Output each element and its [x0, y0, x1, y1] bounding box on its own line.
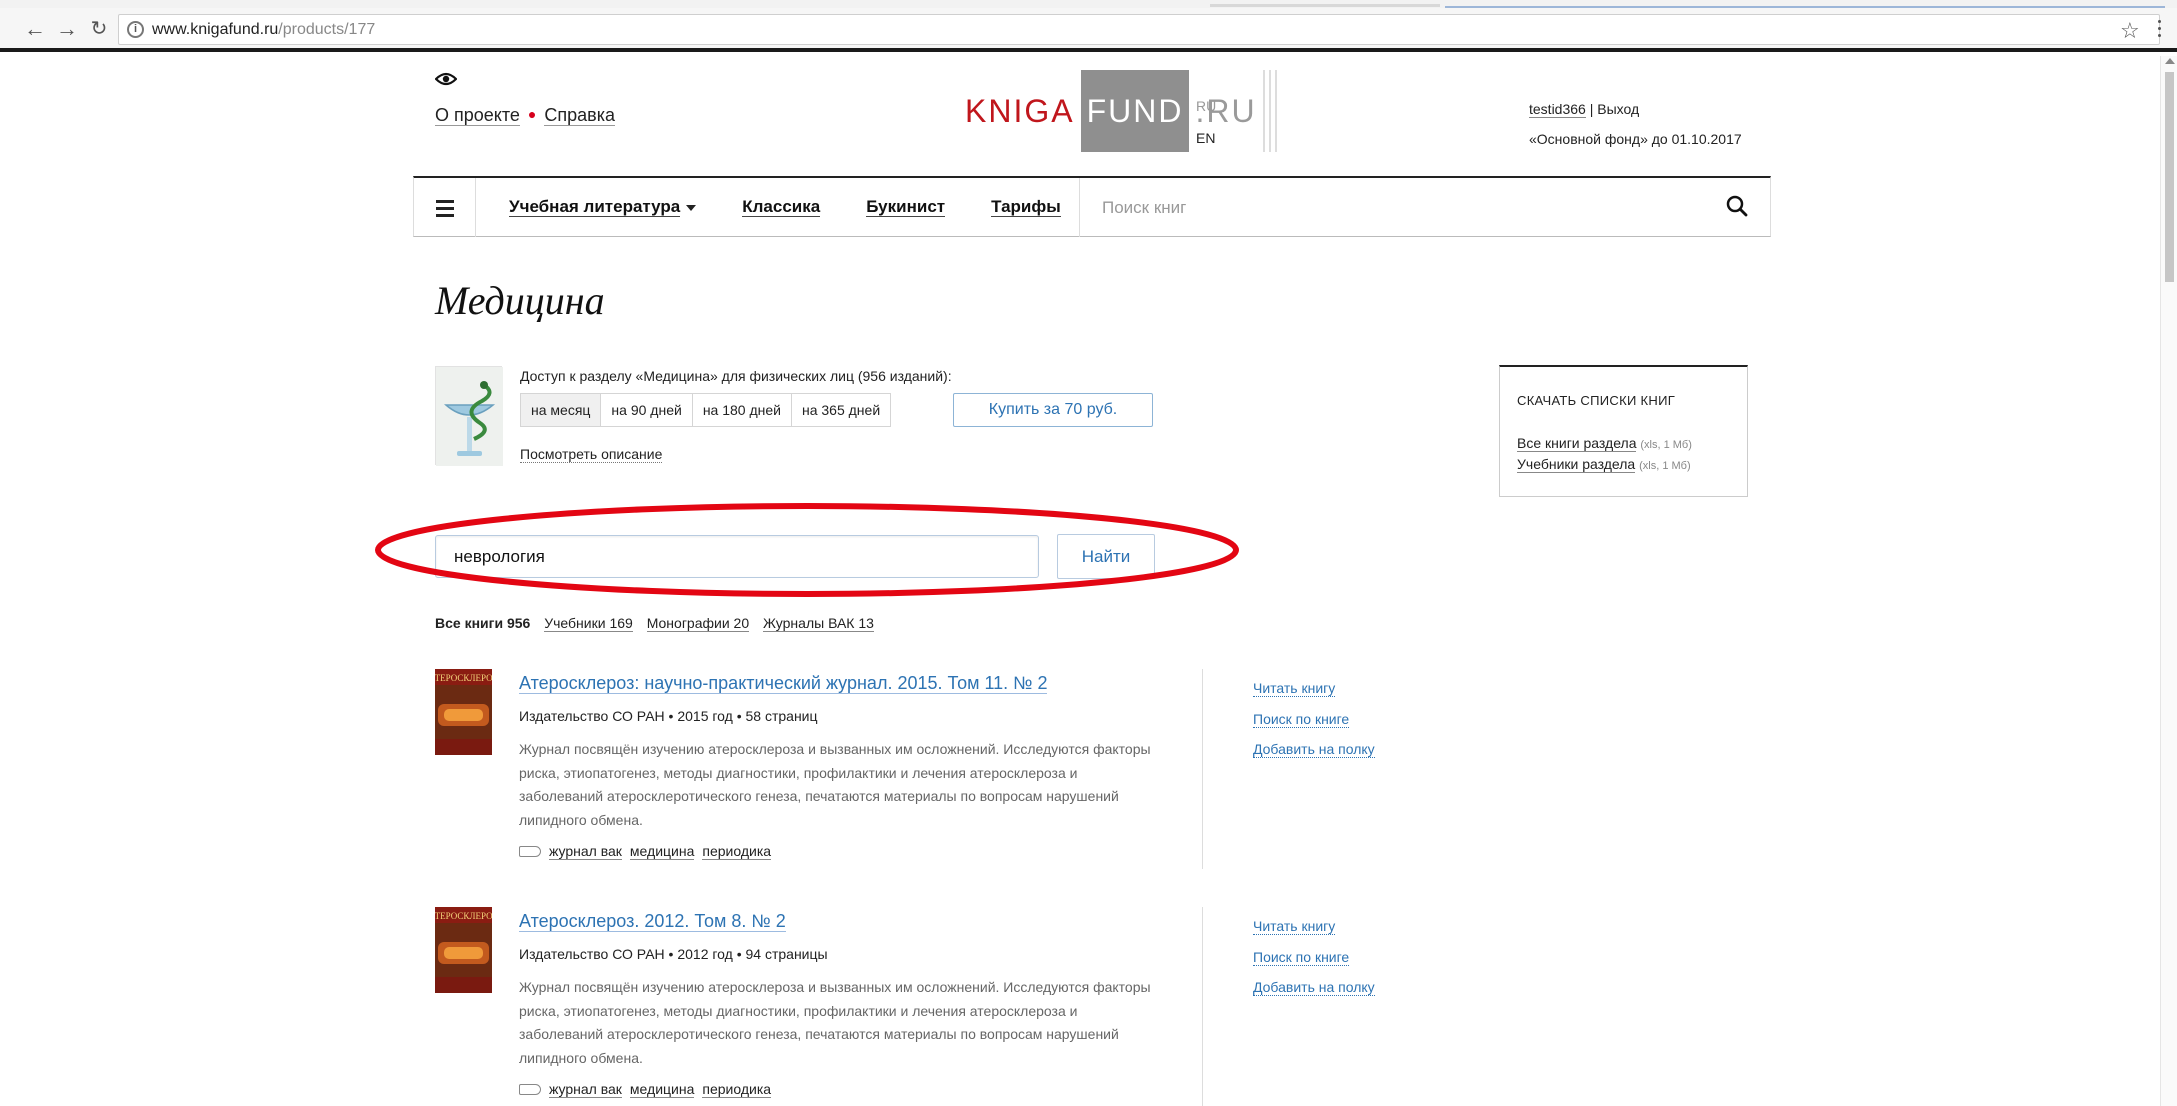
book-description: Журнал посвящён изучению атеросклероза и…	[519, 979, 1151, 1066]
tab-indicator	[1210, 4, 1440, 7]
nav-item-antiquarian[interactable]: Букинист	[866, 197, 946, 217]
scrollbar-thumb[interactable]	[2165, 72, 2174, 282]
logo-part-kniga: KNIGA	[965, 93, 1075, 129]
duration-option-90[interactable]: на 90 дней	[601, 394, 693, 426]
info-icon[interactable]: i	[127, 21, 144, 38]
book-divider	[1202, 669, 1203, 869]
book-cover[interactable]: АТЕРОСКЛЕРОЗ	[429, 907, 498, 993]
filter-bar: Все книги 956 Учебники 169 Монографии 20…	[435, 615, 884, 632]
book-meta: Издательство СО РАН • 2012 год • 94 стра…	[519, 946, 828, 962]
duration-option-180[interactable]: на 180 дней	[693, 394, 792, 426]
help-link[interactable]: Справка	[544, 105, 616, 126]
filter-textbooks[interactable]: Учебники 169	[544, 615, 633, 632]
user-panel: testid366 | Выход «Основной фонд» до 01.…	[1529, 94, 1742, 154]
book-actions: Читать книгу Поиск по книге Добавить на …	[1253, 911, 1375, 1003]
tag-link[interactable]: периодика	[702, 1081, 772, 1098]
tag-link[interactable]: периодика	[702, 843, 772, 860]
tag-link[interactable]: медицина	[629, 843, 695, 860]
svg-text:АТЕРОСКЛЕРОЗ: АТЕРОСКЛЕРОЗ	[435, 673, 492, 683]
browser-tab-strip	[0, 0, 2177, 8]
add-to-shelf-link[interactable]: Добавить на полку	[1253, 734, 1375, 765]
lang-ru[interactable]: RU	[1196, 90, 1216, 122]
search-icon[interactable]	[1726, 195, 1748, 217]
nav-links: Учебная литература Классика Букинист Тар…	[509, 197, 1061, 217]
bookmark-star-icon[interactable]: ☆	[2120, 18, 2140, 44]
red-highlight-ellipse	[375, 503, 1239, 597]
site-logo[interactable]: KNIGA FUND .RU	[965, 70, 1285, 152]
filter-monographs[interactable]: Монографии 20	[646, 615, 750, 632]
eye-icon[interactable]	[435, 72, 457, 86]
scroll-up-icon[interactable]	[2165, 58, 2175, 64]
nav-divider	[1079, 178, 1080, 237]
duration-selector: на месяц на 90 дней на 180 дней на 365 д…	[520, 393, 892, 427]
section-image-caduceus	[435, 366, 503, 466]
download-textbooks-link[interactable]: Учебники раздела (xls, 1 Мб)	[1517, 456, 1691, 473]
logout-link[interactable]: | Выход	[1590, 101, 1639, 117]
forward-icon[interactable]: →	[54, 16, 80, 42]
language-switch: RU EN	[1196, 90, 1216, 154]
download-lists-box: СКАЧАТЬ СПИСКИ КНИГ Все книги раздела (x…	[1499, 365, 1748, 497]
duration-option-365[interactable]: на 365 дней	[792, 394, 890, 426]
download-all-books-link[interactable]: Все книги раздела (xls, 1 Мб)	[1517, 435, 1692, 452]
book-divider	[1202, 907, 1203, 1106]
top-nav: О проекте ● Справка	[435, 105, 616, 126]
menu-icon[interactable]	[414, 178, 476, 237]
nav-item-textbooks[interactable]: Учебная литература	[509, 197, 697, 217]
book-tags: журнал вак медицина периодика	[519, 1081, 779, 1098]
logo-bars	[1262, 70, 1285, 152]
browser-toolbar: ← → ↻ i www.knigafund.ru/products/177 ☆	[0, 8, 2177, 52]
read-book-link[interactable]: Читать книгу	[1253, 673, 1375, 704]
read-book-link[interactable]: Читать книгу	[1253, 911, 1375, 942]
main-nav: Учебная литература Классика Букинист Тар…	[413, 176, 1771, 237]
caret-down-icon	[686, 204, 697, 211]
page-title: Медицина	[435, 278, 605, 323]
filter-all-books[interactable]: Все книги 956	[435, 615, 530, 631]
tag-icon	[519, 1083, 541, 1095]
book-meta: Издательство СО РАН • 2015 год • 58 стра…	[519, 708, 818, 724]
nav-item-classics[interactable]: Классика	[742, 197, 821, 217]
download-lists-title: СКАЧАТЬ СПИСКИ КНИГ	[1517, 393, 1676, 408]
tag-link[interactable]: медицина	[629, 1081, 695, 1098]
tag-link[interactable]: журнал вак	[549, 1081, 622, 1098]
lang-en[interactable]: EN	[1196, 122, 1216, 154]
reload-icon[interactable]: ↻	[86, 16, 112, 42]
separator-dot: ●	[527, 106, 537, 122]
tag-link[interactable]: журнал вак	[549, 843, 622, 860]
book-title-link[interactable]: Атеросклероз: научно-практический журнал…	[519, 673, 1048, 694]
svg-text:АТЕРОСКЛЕРОЗ: АТЕРОСКЛЕРОЗ	[435, 911, 492, 921]
view-description-link[interactable]: Посмотреть описание	[520, 446, 663, 463]
book-description: Журнал посвящён изучению атеросклероза и…	[519, 741, 1151, 828]
page-scrollbar[interactable]	[2160, 56, 2177, 1106]
book-title-link[interactable]: Атеросклероз. 2012. Том 8. № 2	[519, 911, 786, 932]
book-tags: журнал вак медицина периодика	[519, 843, 779, 860]
search-in-book-link[interactable]: Поиск по книге	[1253, 942, 1375, 973]
tag-icon	[519, 845, 541, 857]
search-in-book-link[interactable]: Поиск по книге	[1253, 704, 1375, 735]
access-text: Доступ к разделу «Медицина» для физическ…	[520, 368, 952, 384]
subscription-info: «Основной фонд» до 01.10.2017	[1529, 131, 1742, 147]
buy-button[interactable]: Купить за 70 руб.	[953, 393, 1153, 427]
address-bar[interactable]: i www.knigafund.ru/products/177	[118, 14, 2160, 45]
logo-part-fund: FUND	[1080, 70, 1190, 152]
username-link[interactable]: testid366	[1529, 101, 1586, 118]
duration-option-month[interactable]: на месяц	[521, 394, 602, 426]
about-link[interactable]: О проекте	[435, 105, 520, 126]
nav-search-input[interactable]: Поиск книг	[1102, 198, 1186, 218]
book-cover[interactable]: АТЕРОСКЛЕРОЗ	[429, 669, 498, 755]
url-text: www.knigafund.ru/products/177	[152, 21, 376, 38]
book-actions: Читать книгу Поиск по книге Добавить на …	[1253, 673, 1375, 765]
browser-menu-icon[interactable]	[2158, 20, 2162, 41]
filter-journals[interactable]: Журналы ВАК 13	[763, 615, 874, 632]
nav-item-tariffs[interactable]: Тарифы	[991, 197, 1061, 217]
add-to-shelf-link[interactable]: Добавить на полку	[1253, 972, 1375, 1003]
back-icon[interactable]: ←	[22, 16, 48, 42]
